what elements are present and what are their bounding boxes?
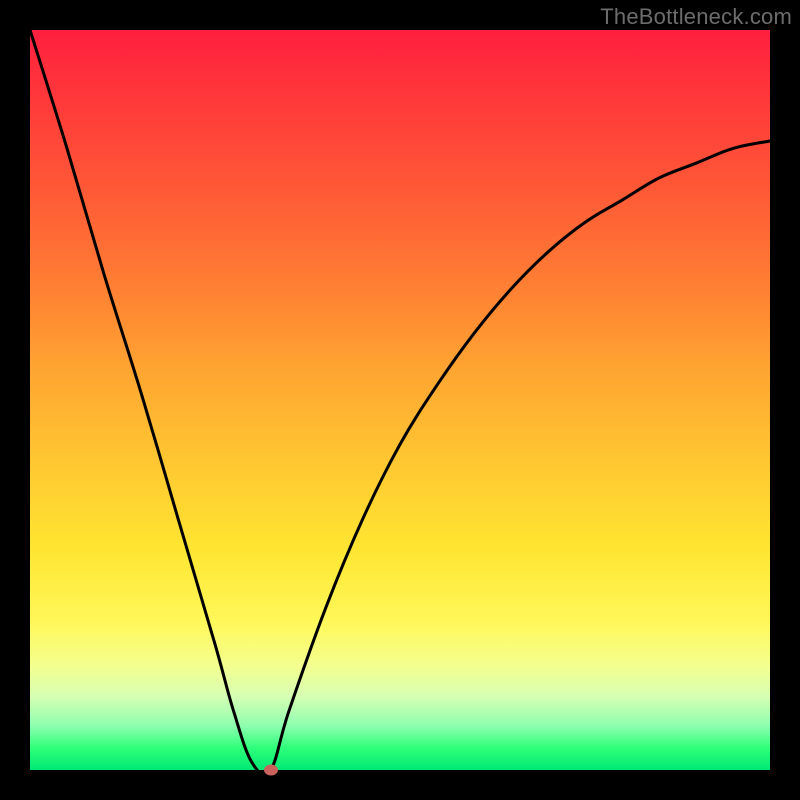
optimal-point-marker	[264, 765, 278, 776]
curve-layer	[30, 30, 770, 770]
bottleneck-curve	[30, 30, 770, 775]
chart-frame: TheBottleneck.com	[0, 0, 800, 800]
watermark-text: TheBottleneck.com	[600, 4, 792, 30]
plot-area	[30, 30, 770, 770]
